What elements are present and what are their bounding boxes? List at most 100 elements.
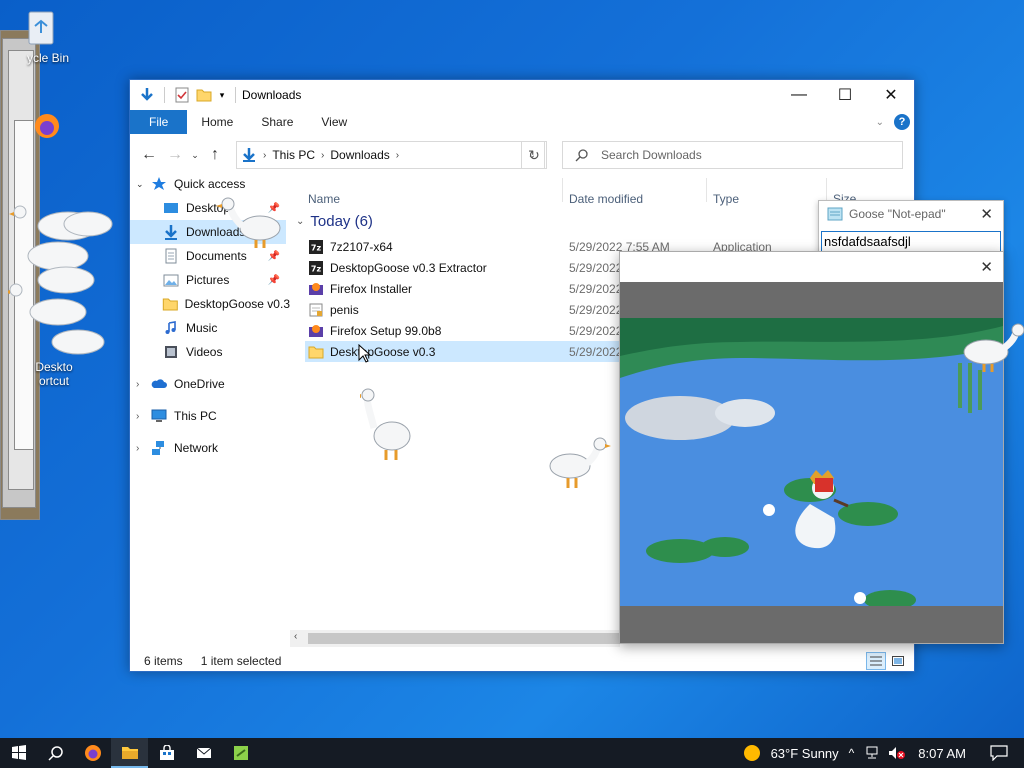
file-date: 5/29/2022 — [569, 302, 623, 317]
sidebar-label: Quick access — [174, 177, 246, 191]
network-icon[interactable] — [864, 746, 880, 760]
system-tray: 63°F Sunny ^ 8:07 AM — [743, 738, 1024, 768]
store-icon — [159, 745, 174, 760]
column-divider[interactable] — [706, 178, 707, 202]
desktop-goose[interactable] — [360, 388, 418, 464]
goose-meme-window[interactable]: ✕ — [619, 251, 1004, 644]
column-header-type[interactable]: Type — [713, 188, 739, 210]
desktop-goose[interactable] — [960, 322, 1024, 374]
column-header-name[interactable]: Name — [308, 188, 340, 210]
breadcrumb-this-pc[interactable]: This PC — [268, 148, 319, 162]
tab-share[interactable]: Share — [247, 110, 307, 134]
shortcut-label-2: ortcut — [38, 374, 69, 388]
taskbar-firefox[interactable] — [74, 738, 111, 768]
breadcrumb-chevron-icon[interactable]: › — [261, 150, 268, 161]
breadcrumb-chevron-icon[interactable]: › — [319, 150, 326, 161]
column-divider[interactable] — [826, 178, 827, 202]
sidebar-item-onedrive[interactable]: › OneDrive — [136, 372, 286, 396]
collapse-group-icon[interactable]: ⌄ — [296, 216, 304, 227]
sidebar-item-network[interactable]: › Network — [136, 436, 286, 460]
new-folder-icon[interactable] — [193, 84, 215, 106]
firefox-desktop-icon[interactable] — [32, 108, 62, 147]
meme-close-icon[interactable]: ✕ — [980, 258, 993, 276]
notifications-icon[interactable] — [990, 745, 1008, 761]
forward-arrow-icon[interactable]: → — [162, 146, 188, 164]
close-button[interactable]: ✕ — [868, 80, 914, 110]
up-arrow-icon[interactable]: ↑ — [202, 146, 228, 164]
notepad-close-icon[interactable]: ✕ — [980, 205, 993, 223]
windows-logo-icon — [11, 745, 26, 760]
column-header-date[interactable]: Date modified — [569, 188, 643, 210]
file-date: 5/29/2022 — [569, 281, 623, 296]
pin-icon[interactable]: 📌 — [268, 275, 280, 286]
firefox-icon — [35, 114, 59, 138]
taskbar-store[interactable] — [148, 738, 185, 768]
7zip-icon: 7z — [309, 260, 323, 275]
customize-toolbar-icon[interactable]: ▾ — [215, 84, 229, 106]
meme-window-title-bar[interactable]: ✕ — [620, 252, 1003, 282]
goose-swarm[interactable] — [8, 196, 120, 366]
sun-weather-icon[interactable] — [743, 744, 761, 762]
sidebar-item-videos[interactable]: Videos — [130, 340, 286, 364]
sidebar-label: DesktopGoose v0.3 — [184, 297, 290, 311]
documents-folder-icon — [165, 248, 177, 264]
taskbar-mail[interactable] — [185, 738, 222, 768]
file-name: Firefox Setup 99.0b8 — [330, 323, 442, 338]
maximize-button[interactable]: ☐ — [822, 80, 868, 110]
recent-locations-icon[interactable]: ⌄ — [188, 150, 202, 161]
help-icon[interactable]: ? — [894, 114, 910, 130]
pin-icon[interactable]: 📌 — [268, 251, 280, 262]
tab-view[interactable]: View — [307, 110, 361, 134]
large-icons-view-icon[interactable] — [888, 652, 908, 670]
down-arrow-icon[interactable] — [136, 84, 158, 106]
weather-text[interactable]: 63°F Sunny — [771, 746, 839, 761]
desktop-goose[interactable] — [546, 436, 612, 492]
sidebar-item-this-pc[interactable]: › This PC — [136, 404, 286, 428]
file-explorer-icon — [121, 747, 138, 759]
taskbar-file-explorer[interactable] — [111, 738, 148, 768]
mail-icon — [196, 747, 211, 758]
network-icon — [152, 441, 164, 455]
start-button[interactable] — [0, 738, 37, 768]
horizontal-scrollbar[interactable]: ‹ — [290, 630, 620, 647]
group-header-today[interactable]: ⌄ Today (6) — [296, 210, 373, 232]
search-box[interactable]: Search Downloads — [562, 141, 903, 169]
title-bar[interactable]: ▾ Downloads — ☐ ✕ — [130, 80, 914, 110]
expand-ribbon-icon[interactable]: ⌄ — [876, 117, 884, 128]
goose-notepad-window[interactable]: Goose "Not-epad" ✕ nsfdafdsaafsdjl — [818, 200, 1004, 256]
notepad-text-area[interactable]: nsfdafdsaafsdjl — [821, 231, 1001, 253]
properties-icon[interactable] — [171, 84, 193, 106]
tab-home[interactable]: Home — [187, 110, 247, 134]
scroll-left-icon[interactable]: ‹ — [294, 631, 297, 642]
item-count: 6 items — [144, 653, 183, 668]
notepad-icon — [827, 207, 843, 221]
recycle-bin-icon — [28, 11, 54, 45]
show-hidden-icons-icon[interactable]: ^ — [849, 746, 855, 760]
goose-game-image — [620, 318, 1003, 606]
search-button[interactable] — [37, 738, 74, 768]
desktop-goose[interactable] — [216, 196, 286, 252]
sidebar-item-pictures[interactable]: Pictures 📌 — [130, 268, 286, 292]
notepad-title-bar[interactable]: Goose "Not-epad" ✕ — [819, 201, 1003, 227]
minimize-button[interactable]: — — [776, 80, 822, 110]
volume-muted-icon[interactable] — [888, 746, 906, 760]
tab-file[interactable]: File — [130, 110, 188, 134]
taskbar-app[interactable] — [222, 738, 259, 768]
sidebar-label: Network — [174, 441, 219, 455]
folder-icon — [162, 298, 178, 311]
svg-text:7z: 7z — [311, 264, 322, 273]
scrollbar-thumb[interactable] — [308, 633, 620, 644]
sidebar-item-quick-access[interactable]: ⌄ Quick access — [136, 172, 286, 196]
clock[interactable]: 8:07 AM — [918, 746, 966, 761]
sidebar-item-desktopgoose[interactable]: DesktopGoose v0.3 — [130, 292, 290, 316]
column-divider[interactable] — [562, 178, 563, 202]
breadcrumb-downloads[interactable]: Downloads — [326, 148, 393, 162]
sidebar-item-music[interactable]: Music — [130, 316, 286, 340]
recycle-bin-desktop-icon[interactable]: ycle Bin — [6, 6, 76, 65]
videos-folder-icon — [165, 346, 177, 358]
details-view-icon[interactable] — [866, 651, 886, 670]
back-arrow-icon[interactable]: ← — [136, 146, 162, 164]
refresh-icon[interactable]: ↻ — [521, 141, 547, 169]
address-bar[interactable]: › This PC › Downloads › ⌄ — [236, 141, 545, 169]
breadcrumb-chevron-icon[interactable]: › — [394, 150, 401, 161]
